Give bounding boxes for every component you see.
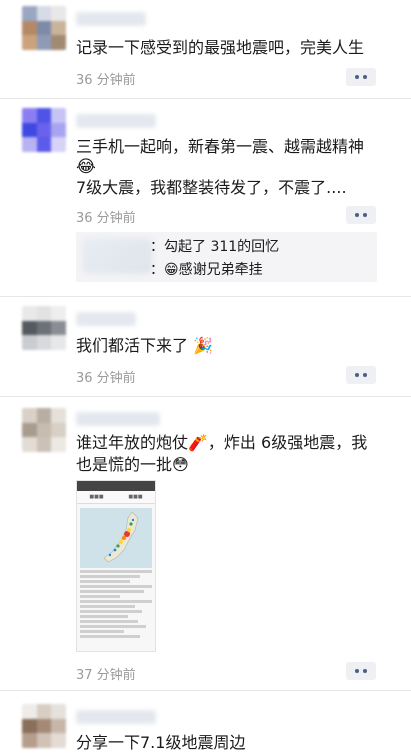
earthquake-map-screenshot[interactable]: ■■■ ■■■ bbox=[76, 480, 156, 652]
avatar[interactable] bbox=[22, 6, 66, 50]
username-blurred[interactable] bbox=[76, 312, 136, 326]
avatar[interactable] bbox=[22, 704, 66, 748]
post-text-line-3: 7级大震，我都整装待发了，不震了.... bbox=[76, 178, 347, 197]
moments-feed: 记录一下感受到的最强地震吧，完美人生 36 分钟前 三手机一起响，新春第一震、越… bbox=[0, 0, 411, 756]
username-blurred[interactable] bbox=[76, 412, 160, 426]
post-text-line-1: 谁过年放的炮仗🧨，炸出 6级强地震，我 bbox=[76, 433, 368, 452]
comment-1[interactable]: ：勾起了 311的回忆 bbox=[150, 236, 279, 256]
more-actions-button[interactable] bbox=[346, 206, 376, 224]
post-text: 记录一下感受到的最强地震吧，完美人生 bbox=[76, 38, 365, 57]
divider bbox=[0, 690, 411, 691]
more-actions-button[interactable] bbox=[346, 662, 376, 680]
divider bbox=[0, 296, 411, 297]
map-image bbox=[80, 508, 152, 568]
post-time: 36 分钟前 bbox=[76, 371, 136, 386]
divider bbox=[0, 98, 411, 99]
username-blurred[interactable] bbox=[76, 12, 146, 26]
post-text: 分享一下7.1级地震周边 bbox=[76, 733, 246, 752]
comment-2[interactable]: ：😁感谢兄弟牵挂 bbox=[150, 259, 263, 279]
more-dots-icon bbox=[355, 669, 359, 673]
more-actions-button[interactable] bbox=[346, 366, 376, 384]
post-text-line-1: 三手机一起响，新春第一震、越需越精神 bbox=[76, 137, 365, 156]
username-blurred[interactable] bbox=[76, 114, 156, 128]
comments-panel: ：勾起了 311的回忆 ：😁感谢兄弟牵挂 bbox=[76, 232, 377, 282]
post-text: 我们都活下来了 🎉 bbox=[76, 336, 214, 355]
more-dots-icon bbox=[355, 75, 359, 79]
post-time: 36 分钟前 bbox=[76, 73, 136, 88]
more-actions-button[interactable] bbox=[346, 68, 376, 86]
username-blurred[interactable] bbox=[76, 710, 156, 724]
avatar[interactable] bbox=[22, 306, 66, 350]
avatar[interactable] bbox=[22, 108, 66, 152]
divider bbox=[0, 396, 411, 397]
more-dots-icon bbox=[355, 213, 359, 217]
avatar[interactable] bbox=[22, 408, 66, 452]
post-text-line-2: 也是慌的一批😳 bbox=[76, 455, 189, 474]
post-time: 36 分钟前 bbox=[76, 211, 136, 226]
more-dots-icon bbox=[355, 373, 359, 377]
post-time: 37 分钟前 bbox=[76, 668, 136, 683]
commenter-names-blurred[interactable] bbox=[82, 238, 152, 274]
